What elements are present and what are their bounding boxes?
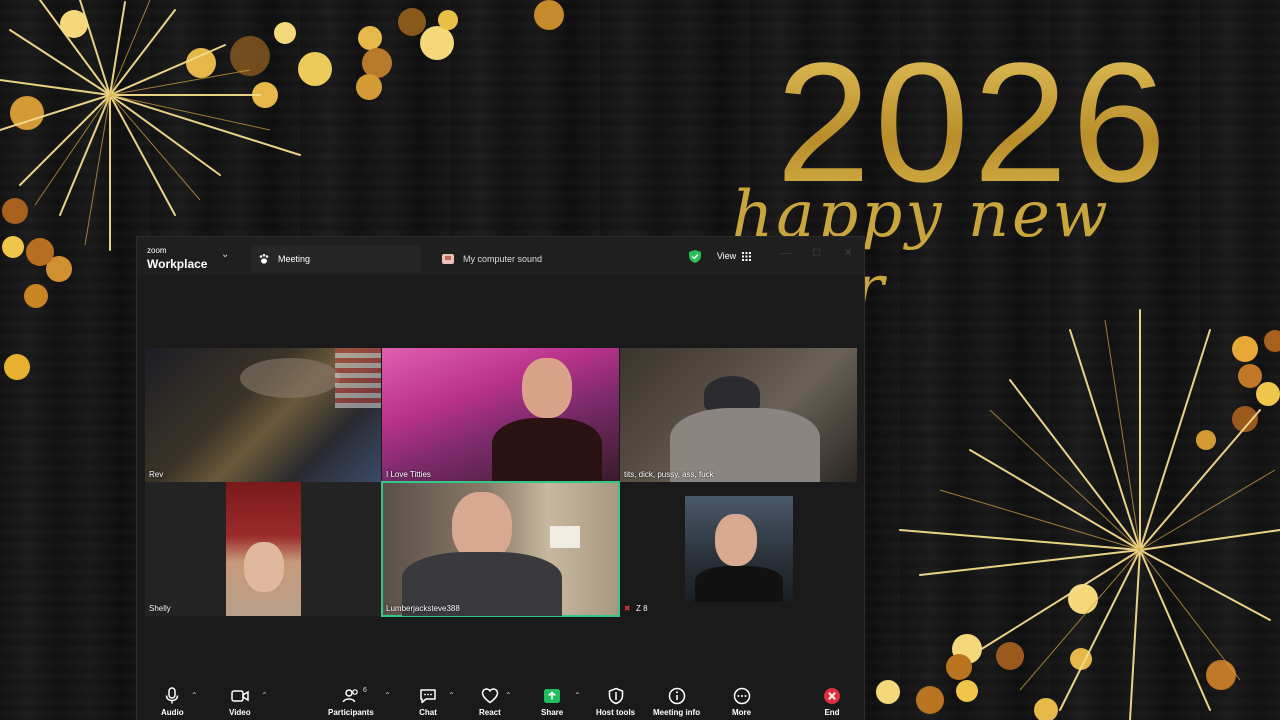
bokeh-light [358,26,382,50]
end-call-icon [824,688,840,704]
brand-name: Workplace [147,257,208,271]
heart-icon [481,688,499,704]
participant-name: I Love Titties [386,470,431,479]
app-brand[interactable]: zoom Workplace [147,246,207,273]
title-bar: zoom Workplace ⌄ Meeting My computer sou… [137,237,864,275]
maximize-icon[interactable]: ☐ [812,248,821,259]
participants-label: Participants [328,708,374,717]
video-tile[interactable]: Rev [145,348,381,482]
chat-label: Chat [419,708,437,717]
video-tile[interactable]: Shelly [145,482,381,616]
video-feed-shirt [695,566,783,602]
meeting-info-label: Meeting info [653,708,701,717]
participant-name: Shelly [149,604,171,613]
video-options-caret[interactable]: ⌃ [261,691,268,700]
tab-meeting[interactable]: Meeting [250,245,422,273]
audio-button[interactable]: Audio [161,687,184,717]
video-button[interactable]: Video [229,687,251,717]
video-feed-lamp [550,526,580,548]
react-options-caret[interactable]: ⌃ [505,691,512,700]
video-tile[interactable]: ✖ Z 8 [620,482,857,616]
video-tile[interactable]: tits, dick, pussy, ass, fuck [620,348,857,482]
video-feed [240,358,340,398]
participant-name: Rev [149,470,164,479]
info-icon [668,687,685,705]
brand-small: zoom [147,246,167,255]
video-feed-face [244,542,284,592]
tab-sound-label: My computer sound [463,254,543,264]
share-screen-icon [544,689,561,703]
share-button[interactable]: Share [541,687,563,717]
bokeh-light [438,10,458,30]
sound-icon [442,254,454,264]
host-tools-label: Host tools [596,708,636,717]
video-feed-flag [335,348,381,408]
bokeh-light [420,26,454,60]
view-button[interactable]: View [709,246,759,266]
firework-bottom-right [899,309,1280,720]
chat-options-caret[interactable]: ⌃ [448,691,455,700]
minimize-icon[interactable]: — [781,248,791,259]
video-feed-person [522,358,572,418]
video-grid: Rev I Love Titties tits, dick, pussy, as… [137,275,864,681]
participants-options-caret[interactable]: ⌃ [384,691,391,700]
react-button[interactable]: React [479,687,501,717]
shield-icon[interactable] [689,250,701,263]
video-label: Video [229,708,251,717]
participant-name: Z 8 [636,604,648,613]
share-label: Share [541,708,564,717]
meeting-toolbar: Audio ⌃ Video ⌃ Participants 6 ⌃ Chat ⌃ … [137,683,864,720]
video-camera-icon [231,690,249,702]
host-tools-button[interactable]: Host tools [596,687,635,717]
end-button[interactable]: End [823,687,841,717]
more-icon [733,687,750,705]
grid-icon [742,251,752,261]
meeting-info-button[interactable]: Meeting info [653,687,700,717]
muted-mic-icon: ✖ [624,604,631,613]
video-feed-face [715,514,757,566]
audio-label: Audio [161,708,184,717]
paw-icon [259,254,269,264]
more-button[interactable]: More [732,687,751,717]
bokeh-light [356,74,382,100]
participants-icon [342,689,358,703]
audio-options-caret[interactable]: ⌃ [191,691,198,700]
participant-name: Lumberjacksteve388 [386,604,460,613]
video-feed [226,482,301,616]
bokeh-light [534,0,564,30]
chat-button[interactable]: Chat [419,687,437,717]
bokeh-light [398,8,426,36]
video-feed-cap [704,376,760,412]
shield-icon [608,687,623,705]
video-tile[interactable]: I Love Titties [382,348,619,482]
close-icon[interactable]: ✕ [844,248,852,259]
firework-top-left [0,0,301,251]
participants-count: 6 [363,687,367,694]
participant-name: tits, dick, pussy, ass, fuck [624,470,714,479]
video-tile-active-speaker[interactable]: Lumberjacksteve388 [381,481,620,617]
share-options-caret[interactable]: ⌃ [574,691,581,700]
react-label: React [479,708,501,717]
view-label: View [716,251,737,261]
end-label: End [824,708,840,717]
chat-icon [420,689,436,704]
microphone-icon [166,687,179,704]
bokeh-light [24,284,48,308]
bokeh-light [4,354,30,380]
tab-computer-sound[interactable]: My computer sound [437,245,542,273]
video-feed-shirt [492,418,602,482]
video-feed [685,496,793,602]
more-label: More [732,708,752,717]
zoom-window: zoom Workplace ⌄ Meeting My computer sou… [136,236,865,720]
chevron-down-icon[interactable]: ⌄ [221,249,229,260]
tab-meeting-label: Meeting [278,254,311,264]
